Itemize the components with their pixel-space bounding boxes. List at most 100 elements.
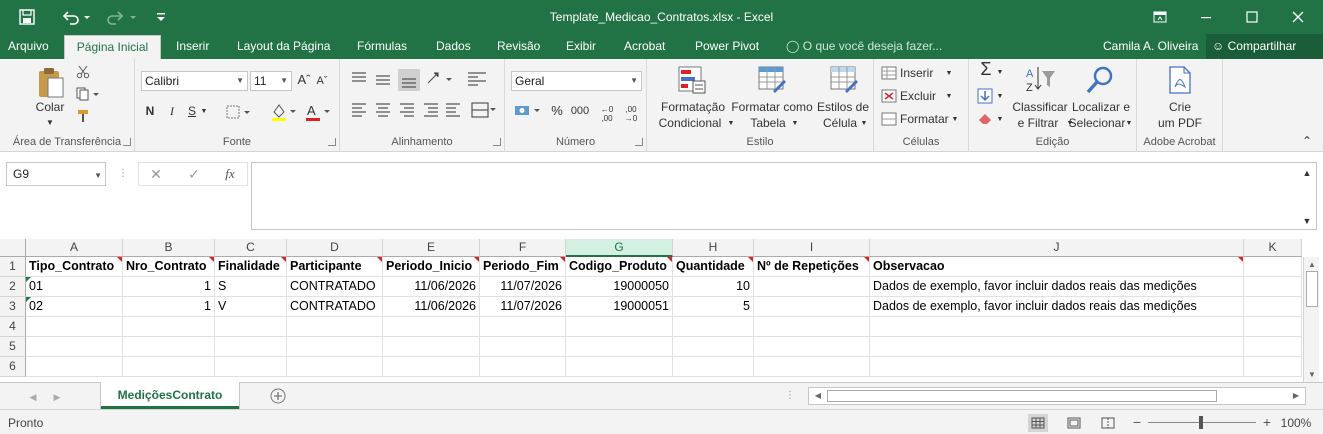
- expand-formula-down-icon[interactable]: ▼: [1302, 213, 1312, 229]
- data-cell[interactable]: [754, 277, 870, 297]
- page-break-icon[interactable]: [1098, 414, 1118, 432]
- row-header[interactable]: 5: [0, 337, 26, 357]
- data-cell[interactable]: 11/07/2026: [480, 297, 566, 317]
- column-header[interactable]: C: [215, 239, 287, 257]
- data-cell[interactable]: [870, 357, 1244, 377]
- add-sheet-icon[interactable]: [268, 387, 288, 405]
- insert-cells-icon[interactable]: [880, 65, 898, 81]
- scroll-right-icon[interactable]: ▶: [1291, 388, 1301, 404]
- insert-cells-button[interactable]: Inserir: [900, 65, 934, 81]
- expand-formula-up-icon[interactable]: ▲: [1302, 165, 1312, 181]
- decrease-decimal-icon[interactable]: ,00 →0: [621, 105, 641, 123]
- currency-icon[interactable]: [513, 101, 545, 121]
- spreadsheet-grid[interactable]: A B C D E F G H I J K 1 Tipo_Contrato Nro_Contrato Fin…: [0, 239, 1323, 382]
- alignment-launcher-icon[interactable]: [493, 138, 501, 146]
- data-cell[interactable]: 1: [123, 277, 215, 297]
- find-select-icon[interactable]: [1083, 63, 1117, 97]
- data-cell[interactable]: 11/07/2026: [480, 277, 566, 297]
- data-cell[interactable]: [26, 337, 123, 357]
- data-cell[interactable]: [754, 297, 870, 317]
- data-cell[interactable]: [1244, 317, 1302, 337]
- row-header[interactable]: 2: [0, 277, 26, 297]
- format-painter-icon[interactable]: [74, 107, 92, 125]
- customize-qat-icon[interactable]: [152, 0, 170, 34]
- data-cell[interactable]: [480, 317, 566, 337]
- underline-button[interactable]: S: [185, 103, 199, 119]
- share-button[interactable]: ☺ Compartilhar: [1206, 34, 1323, 59]
- header-cell[interactable]: [1244, 257, 1302, 277]
- data-cell[interactable]: Dados de exemplo, favor incluir dados re…: [870, 277, 1244, 297]
- font-size-select[interactable]: 11 ▼: [250, 71, 292, 91]
- create-pdf-button[interactable]: um PDF: [1153, 115, 1207, 131]
- data-cell[interactable]: [123, 317, 215, 337]
- data-cell[interactable]: CONTRATADO: [287, 277, 383, 297]
- data-cell[interactable]: [566, 357, 673, 377]
- tab-pagina-inicial[interactable]: Página Inicial: [64, 35, 161, 59]
- normal-view-icon[interactable]: [1028, 414, 1048, 432]
- grow-font-icon[interactable]: Aˆ: [297, 72, 311, 88]
- column-header[interactable]: F: [480, 239, 566, 257]
- cell-styles-icon[interactable]: [827, 63, 861, 97]
- paste-icon[interactable]: [30, 65, 70, 101]
- data-cell[interactable]: [26, 317, 123, 337]
- horizontal-scrollbar[interactable]: ◀ ▶: [808, 387, 1306, 405]
- percent-button[interactable]: %: [549, 103, 565, 119]
- close-icon[interactable]: [1284, 0, 1312, 34]
- tab-exibir[interactable]: Exibir: [566, 34, 596, 59]
- data-cell[interactable]: [1244, 277, 1302, 297]
- minimize-icon[interactable]: [1192, 0, 1220, 34]
- select-all-corner[interactable]: [0, 239, 26, 257]
- header-cell[interactable]: Observacao: [870, 257, 1244, 277]
- data-cell[interactable]: V: [215, 297, 287, 317]
- data-cell[interactable]: [1244, 297, 1302, 317]
- font-color-icon[interactable]: A: [303, 101, 333, 123]
- tab-inserir[interactable]: Inserir: [176, 34, 209, 59]
- data-cell[interactable]: [673, 317, 754, 337]
- column-header[interactable]: H: [673, 239, 754, 257]
- tab-power-pivot[interactable]: Power Pivot: [695, 34, 759, 59]
- column-header[interactable]: I: [754, 239, 870, 257]
- data-cell[interactable]: [287, 357, 383, 377]
- data-cell[interactable]: [26, 357, 123, 377]
- bold-button[interactable]: N: [143, 103, 157, 119]
- header-cell[interactable]: Finalidade: [215, 257, 287, 277]
- format-as-table-button[interactable]: Tabela: [743, 115, 793, 131]
- header-cell[interactable]: Nro_Contrato: [123, 257, 215, 277]
- increase-decimal-icon[interactable]: ←0,00: [597, 105, 617, 123]
- zoom-in-icon[interactable]: +: [1261, 414, 1273, 430]
- data-cell[interactable]: [1244, 357, 1302, 377]
- paste-button[interactable]: Colar: [28, 99, 72, 115]
- data-cell[interactable]: [215, 317, 287, 337]
- row-header[interactable]: 4: [0, 317, 26, 337]
- data-cell[interactable]: 01: [26, 277, 123, 297]
- row-header[interactable]: 1: [0, 257, 26, 277]
- tab-acrobat[interactable]: Acrobat: [624, 34, 665, 59]
- save-icon[interactable]: [14, 0, 40, 34]
- horizontal-scroll-thumb[interactable]: [827, 390, 1217, 402]
- scroll-down-icon[interactable]: ▼: [1307, 367, 1317, 383]
- data-cell[interactable]: 11/06/2026: [383, 297, 480, 317]
- tab-revisao[interactable]: Revisão: [497, 34, 540, 59]
- prev-sheet-icon[interactable]: ◀: [28, 389, 38, 405]
- data-cell[interactable]: [383, 337, 480, 357]
- format-cells-icon[interactable]: [880, 111, 898, 127]
- row-header[interactable]: 3: [0, 297, 26, 317]
- data-cell[interactable]: [383, 357, 480, 377]
- name-box[interactable]: G9 ▼: [6, 162, 106, 186]
- data-cell[interactable]: [383, 317, 480, 337]
- tab-layout[interactable]: Layout da Página: [237, 34, 330, 59]
- data-cell[interactable]: 1: [123, 297, 215, 317]
- fill-icon[interactable]: [975, 87, 995, 105]
- zoom-level[interactable]: 100%: [1276, 415, 1316, 431]
- data-cell[interactable]: 10: [673, 277, 754, 297]
- find-select-button[interactable]: Selecionar: [1065, 115, 1129, 131]
- conditional-formatting-button[interactable]: Condicional: [651, 115, 729, 131]
- sheet-tab-medicoes[interactable]: MediçõesContrato: [101, 382, 239, 409]
- cut-icon[interactable]: [74, 63, 92, 81]
- zoom-out-icon[interactable]: −: [1131, 414, 1143, 430]
- column-header[interactable]: D: [287, 239, 383, 257]
- user-name[interactable]: Camila A. Oliveira: [1103, 34, 1198, 59]
- fill-color-icon[interactable]: [269, 101, 299, 123]
- header-cell[interactable]: Tipo_Contrato: [26, 257, 123, 277]
- header-cell[interactable]: Nº de Repetições: [754, 257, 870, 277]
